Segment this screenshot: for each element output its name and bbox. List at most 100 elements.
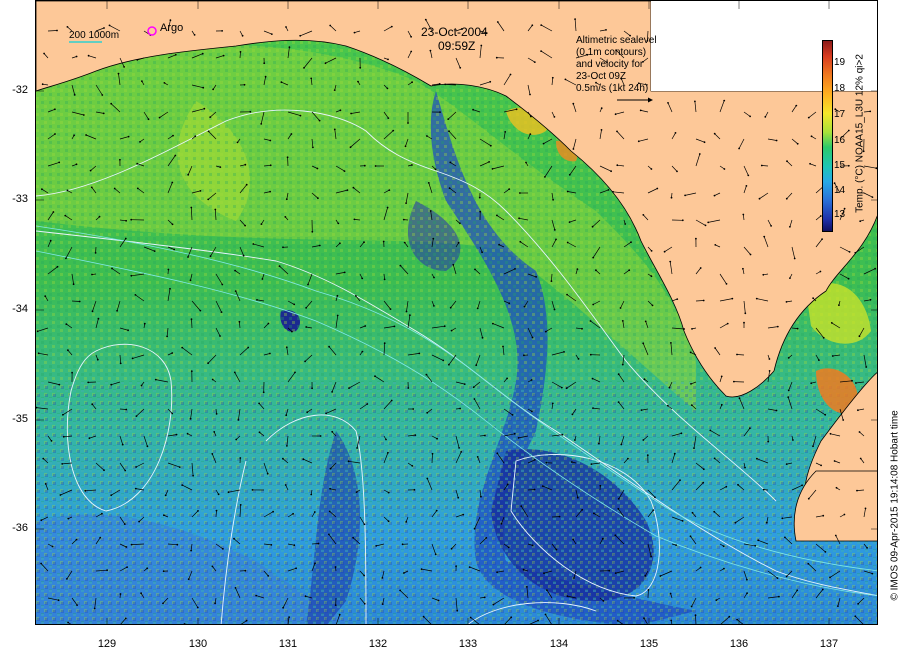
velocity-arrow-head (124, 617, 127, 620)
velocity-arrow-head (89, 169, 92, 172)
lat-label: -35 (12, 413, 28, 425)
velocity-arrow-head (520, 505, 523, 507)
velocity-arrow-head (214, 208, 217, 211)
velocity-arrow-head (449, 161, 452, 164)
velocity-arrow-head (304, 595, 307, 598)
velocity-arrow-head (426, 135, 428, 137)
velocity-arrow-head (540, 50, 542, 52)
velocity-arrow-head (589, 320, 592, 322)
velocity-arrow-head (531, 336, 534, 339)
velocity-arrow-head (291, 330, 293, 333)
velocity-arrow-head (71, 371, 73, 374)
velocity-arrow-head (522, 568, 525, 571)
velocity-arrow-head (439, 111, 441, 113)
velocity-arrow-head (810, 135, 813, 138)
velocity-arrow-head (119, 362, 122, 365)
velocity-arrow-head (463, 383, 466, 385)
velocity-arrow-head (725, 485, 728, 488)
velocity-arrow-head (65, 257, 67, 260)
velocity-arrow-head (571, 413, 574, 416)
velocity-arrow-head (560, 386, 563, 389)
velocity-arrow-head (311, 387, 313, 390)
velocity-arrow-head (425, 373, 428, 376)
velocity-arrow-head (835, 486, 838, 489)
velocity-arrow-head (473, 527, 476, 530)
velocity-arrow-head (450, 329, 453, 332)
velocity-arrow-head (227, 491, 230, 494)
velocity-arrow-head (302, 458, 305, 461)
velocity-arrow-head (209, 116, 212, 118)
velocity-arrow-head (266, 472, 269, 475)
velocity-arrow-head (260, 223, 263, 226)
velocity-arrow-head (525, 161, 527, 164)
velocity-arrow-head (442, 359, 445, 362)
velocity-arrow-head (553, 308, 556, 311)
velocity-arrow-head (93, 607, 96, 610)
velocity-arrow-head (652, 509, 655, 511)
velocity-arrow-head (127, 135, 130, 138)
velocity-arrow-head (765, 521, 768, 524)
velocity-arrow-head (555, 238, 557, 241)
colorbar-tick: 15 (834, 160, 846, 171)
velocity-arrow-head (829, 576, 831, 579)
velocity-arrow-head (643, 617, 645, 620)
velocity-arrow (239, 51, 241, 59)
velocity-arrow-head (537, 619, 539, 622)
velocity-arrow-head (776, 577, 779, 579)
velocity-arrow-head (502, 345, 504, 348)
velocity-arrow-head (819, 270, 822, 273)
colorbar-title: Temp. (°C) NOAA15_L3U 12% qi>2 (854, 54, 866, 213)
velocity-arrow-head (642, 342, 645, 345)
velocity-arrow-head (668, 386, 671, 389)
velocity-arrow-head (269, 352, 271, 355)
velocity-arrow-head (331, 430, 334, 433)
velocity-arrow-head (244, 224, 247, 227)
velocity-arrow-head (220, 311, 223, 313)
velocity-arrow-head (58, 161, 61, 164)
velocity-arrow-head (242, 254, 245, 257)
velocity-arrow-head (459, 222, 461, 225)
velocity-arrow-head (689, 351, 692, 354)
velocity-arrow-head (643, 378, 646, 381)
velocity-arrow-head (207, 130, 210, 133)
velocity-arrow-head (533, 488, 536, 491)
map-time: 09:59Z (438, 39, 476, 53)
velocity-arrow-head (54, 108, 56, 111)
velocity-arrow-head (858, 431, 861, 433)
velocity-arrow-head (654, 496, 656, 499)
velocity-arrow-head (140, 384, 143, 387)
velocity-arrow-head (158, 116, 161, 119)
velocity-arrow-head (865, 366, 868, 368)
velocity-arrow-head (125, 408, 128, 411)
velocity-arrow-head (37, 352, 40, 355)
velocity-arrow-head (714, 347, 716, 349)
velocity-arrow-head (690, 404, 693, 406)
velocity-arrow-head (670, 196, 673, 199)
velocity-arrow-head (411, 81, 413, 84)
velocity-arrow-head (235, 438, 238, 441)
velocity-arrow-head (676, 298, 679, 300)
velocity-arrow-head (738, 397, 741, 400)
velocity-arrow-head (154, 378, 157, 381)
velocity-arrow-head (605, 29, 607, 31)
velocity-arrow-head (785, 197, 788, 200)
velocity-arrow-head (190, 206, 193, 209)
velocity-arrow-head (187, 578, 190, 581)
velocity-arrow-head (247, 346, 250, 349)
velocity-arrow-head (203, 107, 206, 110)
velocity-arrow-head (633, 596, 635, 599)
velocity-arrow-head (431, 452, 434, 455)
velocity-arrow-head (123, 523, 126, 525)
velocity-arrow-head (736, 618, 738, 621)
velocity-arrow-head (564, 78, 567, 81)
legend-line: (0.1m contours) (576, 47, 647, 58)
velocity-arrow-head (843, 513, 846, 516)
velocity-arrow-head (848, 251, 851, 253)
velocity-arrow-head (255, 594, 258, 597)
velocity-arrow-head (363, 574, 365, 577)
velocity-arrow-head (737, 483, 739, 486)
velocity-arrow-head (304, 360, 306, 363)
lon-label: 133 (458, 638, 478, 650)
velocity-arrow-head (329, 487, 331, 490)
velocity-arrow-head (429, 49, 432, 52)
